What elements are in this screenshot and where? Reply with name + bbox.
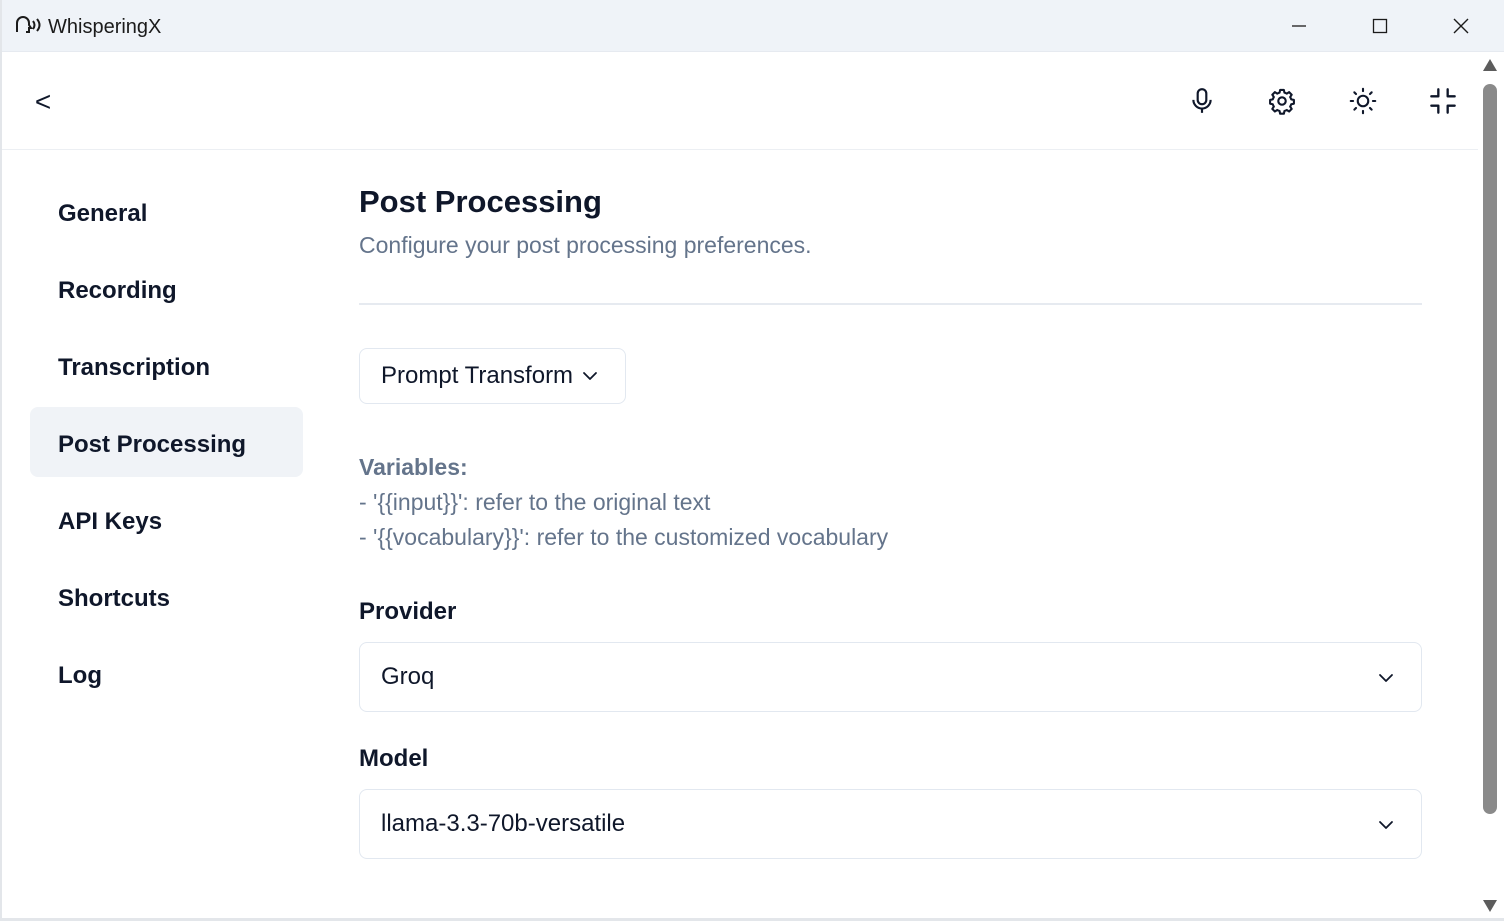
post-processing-mode-select[interactable]: Prompt Transform — [359, 348, 626, 404]
record-button[interactable] — [1182, 81, 1222, 121]
scroll-down-arrow-icon[interactable] — [1483, 900, 1497, 912]
page-subtitle: Configure your post processing preferenc… — [359, 232, 812, 258]
chevron-down-icon — [583, 372, 597, 380]
sidebar-item-transcription[interactable]: Transcription — [30, 330, 303, 400]
maximize-icon — [1372, 18, 1388, 34]
app-header: < — [2, 52, 1478, 150]
whisper-head-icon — [16, 16, 41, 33]
variables-line-vocabulary: - '{{vocabulary}}': refer to the customi… — [359, 524, 889, 550]
theme-toggle-button[interactable] — [1343, 81, 1383, 121]
provider-label: Provider — [359, 598, 457, 625]
app-title: WhisperingX — [48, 16, 162, 38]
model-select[interactable]: llama-3.3-70b-versatile — [359, 789, 1422, 859]
close-icon — [1453, 18, 1469, 34]
scrollbar-thumb[interactable] — [1483, 84, 1497, 814]
mode-select-value: Prompt Transform — [381, 362, 574, 389]
page-title: Post Processing — [359, 184, 602, 219]
model-select-value: llama-3.3-70b-versatile — [381, 810, 626, 837]
back-button[interactable]: < — [28, 84, 58, 120]
sun-icon — [1349, 87, 1377, 115]
variables-line-input: - '{{input}}': refer to the original tex… — [359, 489, 711, 515]
window-maximize-button[interactable] — [1340, 0, 1420, 52]
gear-icon — [1269, 88, 1295, 115]
provider-select-value: Groq — [381, 663, 435, 690]
model-label: Model — [359, 745, 429, 772]
vertical-scrollbar[interactable] — [1478, 52, 1502, 921]
settings-sidebar: General Recording Transcription Post Pro… — [30, 176, 303, 715]
minimize-arrows-icon — [1430, 88, 1456, 114]
chevron-down-icon — [1379, 674, 1393, 682]
chevron-down-icon — [1379, 821, 1393, 829]
settings-button[interactable] — [1262, 81, 1302, 121]
minimize-mode-button[interactable] — [1423, 81, 1463, 121]
sidebar-item-log[interactable]: Log — [30, 638, 303, 708]
minimize-icon — [1292, 25, 1306, 27]
provider-select[interactable]: Groq — [359, 642, 1422, 712]
section-divider — [359, 303, 1422, 305]
variables-help: Variables: - '{{input}}': refer to the o… — [359, 450, 888, 555]
microphone-icon — [1192, 88, 1212, 113]
sidebar-item-general[interactable]: General — [30, 176, 303, 246]
window-minimize-button[interactable] — [1259, 0, 1339, 52]
scroll-up-arrow-icon[interactable] — [1483, 59, 1497, 71]
sidebar-item-recording[interactable]: Recording — [30, 253, 303, 323]
window-close-button[interactable] — [1421, 0, 1501, 52]
sidebar-item-post-processing[interactable]: Post Processing — [30, 407, 303, 477]
variables-title: Variables: — [359, 454, 468, 480]
sidebar-item-shortcuts[interactable]: Shortcuts — [30, 561, 303, 631]
sidebar-item-api-keys[interactable]: API Keys — [30, 484, 303, 554]
title-bar: WhisperingX — [0, 0, 1504, 52]
